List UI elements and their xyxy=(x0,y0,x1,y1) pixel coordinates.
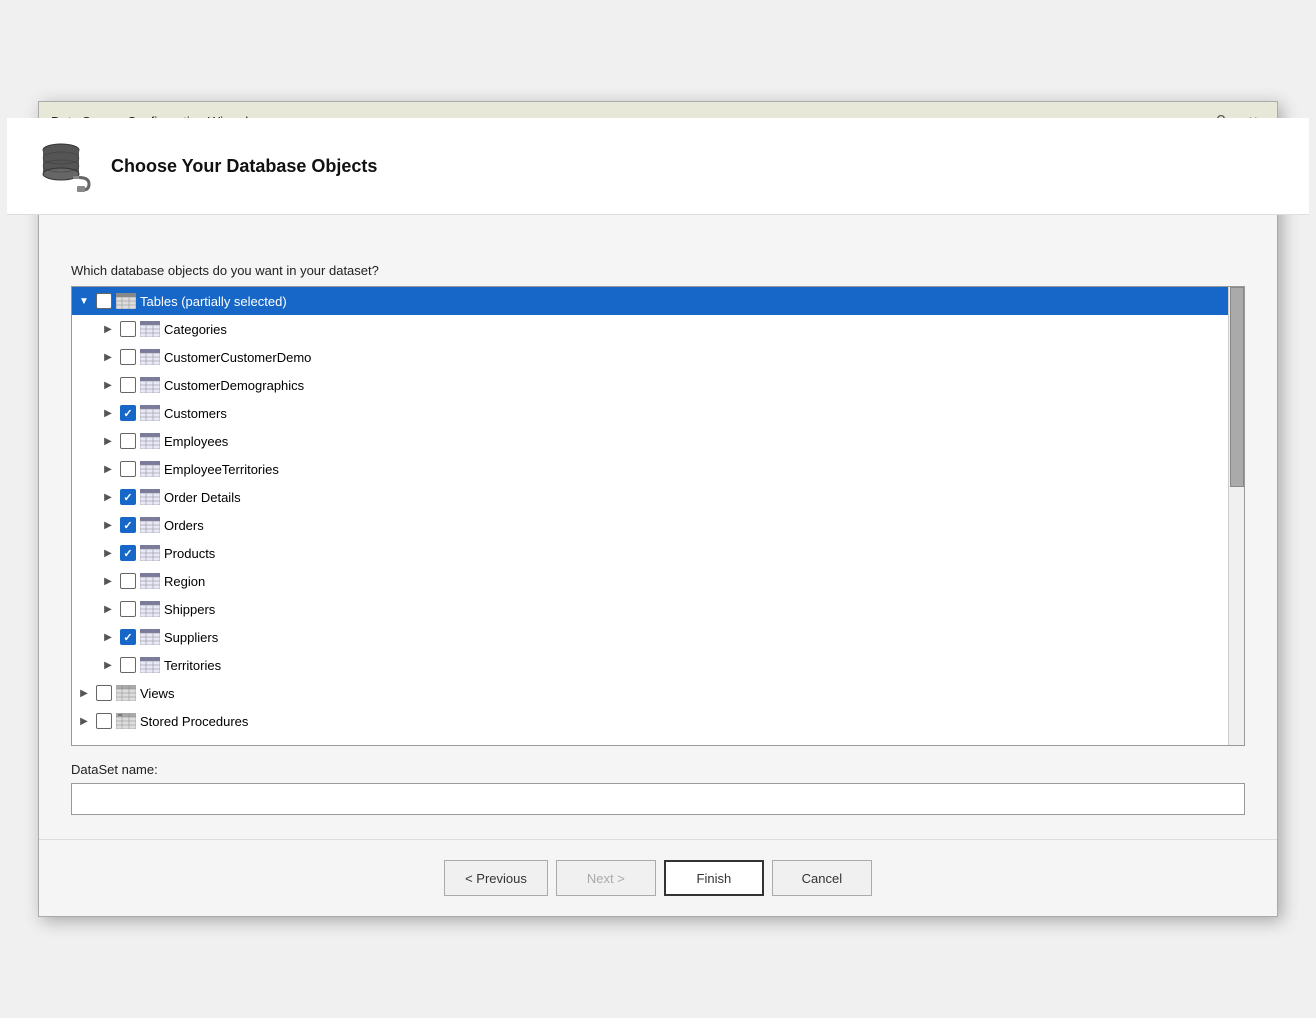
table-icon-11 xyxy=(140,629,160,645)
tree-root-tables[interactable]: ▼ – Tables (partially selected) xyxy=(72,287,1244,315)
tree-item-customercustomerdemo[interactable]: ▶ CustomerCustomerDemo xyxy=(72,343,1244,371)
tree-item-territories[interactable]: ▶ Territories xyxy=(72,651,1244,679)
next-button[interactable]: Next > xyxy=(556,860,656,896)
question-label: Which database objects do you want in yo… xyxy=(71,263,1245,278)
tree-item-shippers[interactable]: ▶ Shippers xyxy=(72,595,1244,623)
expander-4[interactable]: ▶ xyxy=(100,433,116,449)
item-label-5: EmployeeTerritories xyxy=(164,462,279,477)
tree-container[interactable]: ▼ – Tables (partially selected) xyxy=(71,286,1245,746)
expander-8[interactable]: ▶ xyxy=(100,545,116,561)
item-label-11: Suppliers xyxy=(164,630,218,645)
checkbox-2[interactable] xyxy=(120,377,136,393)
dataset-label: DataSet name: xyxy=(71,762,1245,777)
finish-button[interactable]: Finish xyxy=(664,860,764,896)
checkbox-0[interactable] xyxy=(120,321,136,337)
expander-9[interactable]: ▶ xyxy=(100,573,116,589)
checkbox-7[interactable] xyxy=(120,517,136,533)
item-label-10: Shippers xyxy=(164,602,215,617)
header-title: Choose Your Database Objects xyxy=(111,156,377,177)
checkbox-4[interactable] xyxy=(120,433,136,449)
item-label-9: Region xyxy=(164,574,205,589)
tree-item-categories[interactable]: ▶ Categories xyxy=(72,315,1244,343)
item-label-6: Order Details xyxy=(164,490,241,505)
dataset-name-input[interactable] xyxy=(71,783,1245,815)
previous-button[interactable]: < Previous xyxy=(444,860,548,896)
tree-item-employees[interactable]: ▶ Employees xyxy=(72,427,1244,455)
item-label-0: Categories xyxy=(164,322,227,337)
tree-item-region[interactable]: ▶ Region xyxy=(72,567,1244,595)
item-label-2: CustomerDemographics xyxy=(164,378,304,393)
tree-item-suppliers[interactable]: ▶ Suppliers xyxy=(72,623,1244,651)
scrollbar-track[interactable] xyxy=(1228,287,1244,745)
expander-5[interactable]: ▶ xyxy=(100,461,116,477)
expander-2[interactable]: ▶ xyxy=(100,377,116,393)
checkbox-10[interactable] xyxy=(120,601,136,617)
expander-0[interactable]: ▶ xyxy=(100,321,116,337)
scrollbar-thumb[interactable] xyxy=(1230,287,1244,487)
tree-item-employeeterritories[interactable]: ▶ EmployeeTerritories xyxy=(72,455,1244,483)
expander-11[interactable]: ▶ xyxy=(100,629,116,645)
checkbox-tables[interactable]: – xyxy=(96,293,112,309)
dataset-section: DataSet name: xyxy=(71,762,1245,815)
item-label-12: Territories xyxy=(164,658,221,673)
expander-12[interactable]: ▶ xyxy=(100,657,116,673)
tree-item-customers[interactable]: ▶ Customers xyxy=(72,399,1244,427)
table-icon-3 xyxy=(140,405,160,421)
expander-1[interactable]: ▶ xyxy=(100,349,116,365)
tables-group-icon xyxy=(116,293,136,309)
header-section: Choose Your Database Objects xyxy=(7,118,1309,215)
checkbox-11[interactable] xyxy=(120,629,136,645)
tables-label: Tables (partially selected) xyxy=(140,294,287,309)
views-label: Views xyxy=(140,686,174,701)
checkbox-1[interactable] xyxy=(120,349,136,365)
table-icon-0 xyxy=(140,321,160,337)
cancel-button[interactable]: Cancel xyxy=(772,860,872,896)
checkbox-5[interactable] xyxy=(120,461,136,477)
table-icon-4 xyxy=(140,433,160,449)
item-label-3: Customers xyxy=(164,406,227,421)
table-icon-9 xyxy=(140,573,160,589)
checkbox-sp[interactable] xyxy=(96,713,112,729)
item-label-1: CustomerCustomerDemo xyxy=(164,350,311,365)
dialog: Data Source Configuration Wizard ? × Cho… xyxy=(38,101,1278,917)
item-label-8: Products xyxy=(164,546,215,561)
expander-6[interactable]: ▶ xyxy=(100,489,116,505)
views-icon xyxy=(116,685,136,701)
checkbox-6[interactable] xyxy=(120,489,136,505)
table-icon-8 xyxy=(140,545,160,561)
tree-item-orders[interactable]: ▶ Orders xyxy=(72,511,1244,539)
database-icon xyxy=(39,138,95,194)
table-icon-1 xyxy=(140,349,160,365)
checkbox-9[interactable] xyxy=(120,573,136,589)
tree-views[interactable]: ▶ Views xyxy=(72,679,1244,707)
table-icon-6 xyxy=(140,489,160,505)
expander-10[interactable]: ▶ xyxy=(100,601,116,617)
stored-procedures-icon xyxy=(116,713,136,729)
content-area: Which database objects do you want in yo… xyxy=(39,239,1277,839)
checkbox-12[interactable] xyxy=(120,657,136,673)
tree-items: ▶ Categories▶ CustomerCustomerDemo▶ Cust… xyxy=(72,315,1244,679)
item-label-4: Employees xyxy=(164,434,228,449)
tree-stored-procedures[interactable]: ▶ Stored Procedures xyxy=(72,707,1244,735)
table-icon-5 xyxy=(140,461,160,477)
checkbox-3[interactable] xyxy=(120,405,136,421)
expander-tables[interactable]: ▼ xyxy=(76,293,92,309)
expander-3[interactable]: ▶ xyxy=(100,405,116,421)
tree-item-order-details[interactable]: ▶ Order Details xyxy=(72,483,1244,511)
stored-procedures-label: Stored Procedures xyxy=(140,714,248,729)
footer: < Previous Next > Finish Cancel xyxy=(39,839,1277,916)
item-label-7: Orders xyxy=(164,518,204,533)
tree-item-products[interactable]: ▶ Products xyxy=(72,539,1244,567)
table-icon-2 xyxy=(140,377,160,393)
table-icon-10 xyxy=(140,601,160,617)
table-icon-12 xyxy=(140,657,160,673)
checkbox-views[interactable] xyxy=(96,685,112,701)
expander-sp[interactable]: ▶ xyxy=(76,713,92,729)
expander-7[interactable]: ▶ xyxy=(100,517,116,533)
expander-views[interactable]: ▶ xyxy=(76,685,92,701)
checkbox-8[interactable] xyxy=(120,545,136,561)
table-icon-7 xyxy=(140,517,160,533)
tree-item-customerdemographics[interactable]: ▶ CustomerDemographics xyxy=(72,371,1244,399)
